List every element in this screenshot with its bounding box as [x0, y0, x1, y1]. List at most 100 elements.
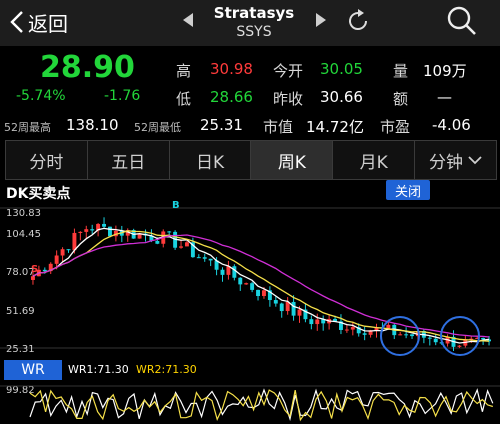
candle-body — [208, 258, 213, 261]
candle-body — [54, 255, 59, 264]
back-button[interactable]: 返回 — [8, 6, 88, 38]
candle-body — [398, 334, 403, 336]
candle-body — [404, 334, 409, 336]
candle-body — [457, 345, 462, 347]
candle-body — [350, 327, 355, 330]
stock-code: SSYS — [236, 24, 272, 40]
tab-minute[interactable]: 分钟 — [415, 141, 496, 179]
top-nav-bar: 返回 Stratasys SSYS — [0, 0, 500, 46]
high-label: 高 — [176, 62, 192, 80]
y-tick: 130.83 — [6, 208, 41, 219]
candle-body — [250, 283, 255, 290]
candle-body — [481, 337, 486, 340]
candle-body — [238, 277, 243, 285]
candle-body — [196, 257, 201, 259]
buy-marker: B — [172, 200, 180, 211]
candle-body — [66, 249, 71, 251]
candle-body — [244, 283, 249, 285]
prev-close-label: 昨收 — [273, 90, 304, 108]
wr2-value: WR2:71.30 — [136, 363, 197, 376]
52wk-low-value: 25.31 — [200, 116, 243, 134]
volume-value: 109万 — [423, 62, 467, 80]
amount-label: 额 — [393, 90, 409, 108]
candle-body — [309, 319, 314, 325]
candle-body — [202, 257, 207, 259]
tab-label: 月K — [359, 152, 388, 173]
close-indicator-button[interactable]: 关闭 — [386, 180, 430, 200]
candle-body — [279, 303, 284, 312]
candle-body — [410, 334, 414, 337]
candlestick-chart[interactable]: 130.83 104.45 78.07 51.69 25.31 S B — [0, 200, 500, 360]
candle-body — [179, 246, 183, 248]
moving-averages — [32, 227, 490, 344]
candle-body — [362, 333, 367, 335]
open-label: 今开 — [273, 62, 304, 80]
52wk-high-value: 138.10 — [66, 116, 119, 134]
ma-short-line — [32, 227, 490, 344]
tab-five-day[interactable]: 五日 — [87, 141, 170, 179]
candle-body — [90, 229, 95, 231]
current-price: 28.90 — [40, 50, 135, 85]
market-cap-value: 14.72亿 — [306, 118, 364, 136]
tab-label: 分钟 — [429, 152, 464, 173]
amount-value: — — [437, 88, 452, 106]
candle-body — [102, 223, 106, 227]
tab-intraday[interactable]: 分时 — [6, 141, 88, 179]
refresh-icon[interactable] — [344, 7, 372, 35]
tab-label: 五日 — [111, 152, 146, 173]
pe-value: -4.06 — [432, 116, 471, 134]
search-icon[interactable] — [446, 5, 478, 37]
low-value: 28.66 — [210, 88, 253, 106]
tab-label: 周K — [277, 152, 306, 173]
prev-stock-icon[interactable] — [182, 12, 194, 28]
candle-body — [344, 329, 349, 331]
tab-monthly-k[interactable]: 月K — [333, 141, 416, 179]
candle-body — [256, 289, 260, 297]
high-value: 30.98 — [210, 60, 253, 78]
change-percent: -5.74% — [16, 88, 66, 104]
chevron-left-icon — [10, 11, 23, 33]
candle-body — [427, 337, 432, 339]
y-axis-labels: 130.83 104.45 78.07 51.69 25.31 — [6, 208, 41, 355]
tab-label: 日K — [195, 152, 225, 173]
wr2-line — [29, 389, 493, 422]
market-cap-label: 市值 — [263, 118, 294, 136]
candle-body — [315, 319, 320, 325]
period-tabs: 分时 五日 日K 周K 月K 分钟 — [5, 140, 497, 180]
candle-body — [433, 338, 438, 343]
tab-label: 分时 — [29, 152, 64, 173]
quote-panel: 28.90 -5.74% -1.76 高 30.98 今开 30.05 量 10… — [0, 46, 500, 138]
52wk-low-label: 52周最低 — [134, 121, 181, 134]
candle-body — [291, 301, 296, 316]
candle-body — [232, 266, 237, 278]
volume-label: 量 — [393, 62, 409, 80]
open-value: 30.05 — [320, 60, 363, 78]
candle-body — [72, 232, 77, 251]
wr-top-tick: 99.82 — [6, 385, 35, 396]
candle-body — [273, 300, 278, 304]
candle-body — [84, 229, 89, 232]
tab-weekly-k[interactable]: 周K — [251, 141, 334, 179]
change-amount: -1.76 — [104, 88, 141, 104]
wr-chart: 99.82 — [0, 385, 500, 422]
pe-label: 市盈 — [380, 118, 411, 136]
next-stock-icon[interactable] — [315, 12, 327, 28]
candle-body — [155, 240, 160, 244]
y-tick: 25.31 — [6, 344, 35, 355]
candle-body — [42, 269, 47, 272]
prev-close-value: 30.66 — [320, 88, 363, 106]
low-label: 低 — [176, 90, 192, 108]
candles — [31, 217, 491, 352]
sell-marker: S — [31, 264, 38, 275]
candle-body — [78, 231, 83, 233]
stock-name: Stratasys — [213, 4, 295, 22]
candle-body — [297, 309, 302, 316]
tab-daily-k[interactable]: 日K — [169, 141, 252, 179]
candle-body — [220, 269, 225, 275]
grid — [0, 207, 500, 349]
wr1-value: WR1:71.30 — [68, 363, 129, 376]
ma-long-line — [32, 234, 490, 338]
y-tick: 104.45 — [6, 229, 41, 240]
back-label: 返回 — [28, 11, 68, 36]
wr-indicator-button[interactable]: WR — [4, 360, 62, 380]
